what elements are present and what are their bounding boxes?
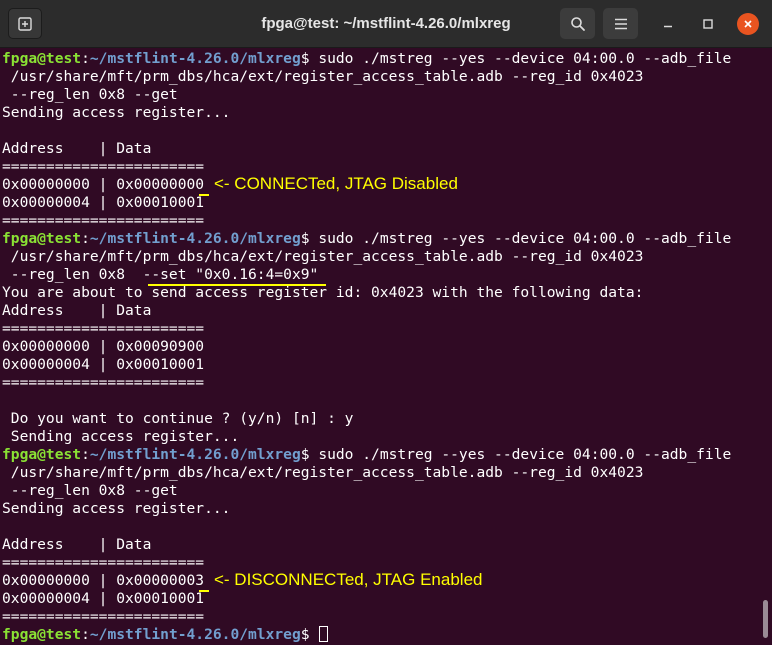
output-line: /usr/share/mft/prm_dbs/hca/ext/register_… [2,68,644,85]
title-bar: fpga@test: ~/mstflint-4.26.0/mlxreg [0,0,772,48]
new-tab-icon [18,16,32,31]
scrollbar-thumb[interactable] [763,600,768,638]
prompt-path: ~/mstflint-4.26.0/mlxreg [89,446,301,463]
prompt-user: fpga@test [2,626,82,643]
output-line: /usr/share/mft/prm_dbs/hca/ext/register_… [2,248,644,265]
output-line: ======================= [2,320,205,337]
output-line: Sending access register... [2,428,240,445]
prompt-path: ~/mstflint-4.26.0/mlxreg [89,626,301,643]
prompt-user: fpga@test [2,50,82,67]
annotation-underline [148,284,326,286]
output-line: 0x00000004 | 0x00010001 [2,590,205,607]
minimize-icon [664,25,672,27]
prompt-symbol: $ [300,626,319,643]
terminal-window: fpga@test: ~/mstflint-4.26.0/mlxreg fpga… [0,0,772,645]
output-line: ======================= [2,158,205,175]
output-line: --reg_len 0x8 --set "0x0.16:4=0x9" [2,266,319,283]
maximize-icon [703,18,713,29]
prompt-symbol: $ [300,230,319,247]
close-button[interactable] [737,13,759,35]
search-button[interactable] [560,8,595,39]
command-text: sudo ./mstreg --yes --device 04:00.0 --a… [318,446,732,463]
command-line: fpga@test:~/mstflint-4.26.0/mlxreg$ sudo… [2,446,731,464]
output-line: Address | Data [2,302,152,319]
terminal-cursor [319,626,329,642]
command-line: fpga@test:~/mstflint-4.26.0/mlxreg$ sudo… [2,50,731,68]
output-line: You are about to send access register id… [2,284,644,301]
maximize-button[interactable] [694,8,722,39]
annotation-disconnected: <- DISCONNECTed, JTAG Enabled [214,570,483,589]
hamburger-menu-icon [614,18,627,29]
window-title: fpga@test: ~/mstflint-4.26.0/mlxreg [261,15,511,32]
search-icon [570,16,585,31]
output-line: 0x00000000 | 0x00000000 [2,176,205,193]
prompt-separator: : [81,446,90,463]
output-line: --reg_len 0x8 --get [2,86,178,103]
annotation-underline [199,590,209,592]
prompt-path: ~/mstflint-4.26.0/mlxreg [89,230,301,247]
output-line: Sending access register... [2,104,231,121]
output-line: ======================= [2,554,205,571]
output-line: ======================= [2,374,205,391]
annotation-underline [199,194,209,196]
minimize-button[interactable] [654,8,682,39]
prompt-symbol: $ [300,446,319,463]
output-line: Do you want to continue ? (y/n) [n] : y [2,410,354,427]
output-line: ======================= [2,608,205,625]
close-icon [744,20,752,28]
prompt-path: ~/mstflint-4.26.0/mlxreg [89,50,301,67]
prompt-separator: : [81,50,90,67]
output-line: /usr/share/mft/prm_dbs/hca/ext/register_… [2,464,644,481]
output-line: Address | Data [2,140,152,157]
annotation-connected: <- CONNECTed, JTAG Disabled [214,174,458,193]
menu-button[interactable] [603,8,638,39]
prompt-separator: : [81,230,90,247]
command-line: fpga@test:~/mstflint-4.26.0/mlxreg$ sudo… [2,230,731,248]
output-line: Sending access register... [2,500,231,517]
output-line: ======================= [2,212,205,229]
output-line: Address | Data [2,536,152,553]
prompt-symbol: $ [300,50,319,67]
output-line: --reg_len 0x8 --get [2,482,178,499]
prompt-user: fpga@test [2,446,82,463]
output-line: 0x00000004 | 0x00010001 [2,356,205,373]
prompt-separator: : [81,626,90,643]
new-tab-button[interactable] [8,8,42,39]
command-line: fpga@test:~/mstflint-4.26.0/mlxreg$ [2,626,329,644]
command-text: sudo ./mstreg --yes --device 04:00.0 --a… [318,230,732,247]
command-text: sudo ./mstreg --yes --device 04:00.0 --a… [318,50,732,67]
prompt-user: fpga@test [2,230,82,247]
terminal-output[interactable]: fpga@test:~/mstflint-4.26.0/mlxreg$ sudo… [0,48,760,645]
output-line: 0x00000004 | 0x00010001 [2,194,205,211]
output-line: 0x00000000 | 0x00090900 [2,338,205,355]
output-line: 0x00000000 | 0x00000003 [2,572,205,589]
